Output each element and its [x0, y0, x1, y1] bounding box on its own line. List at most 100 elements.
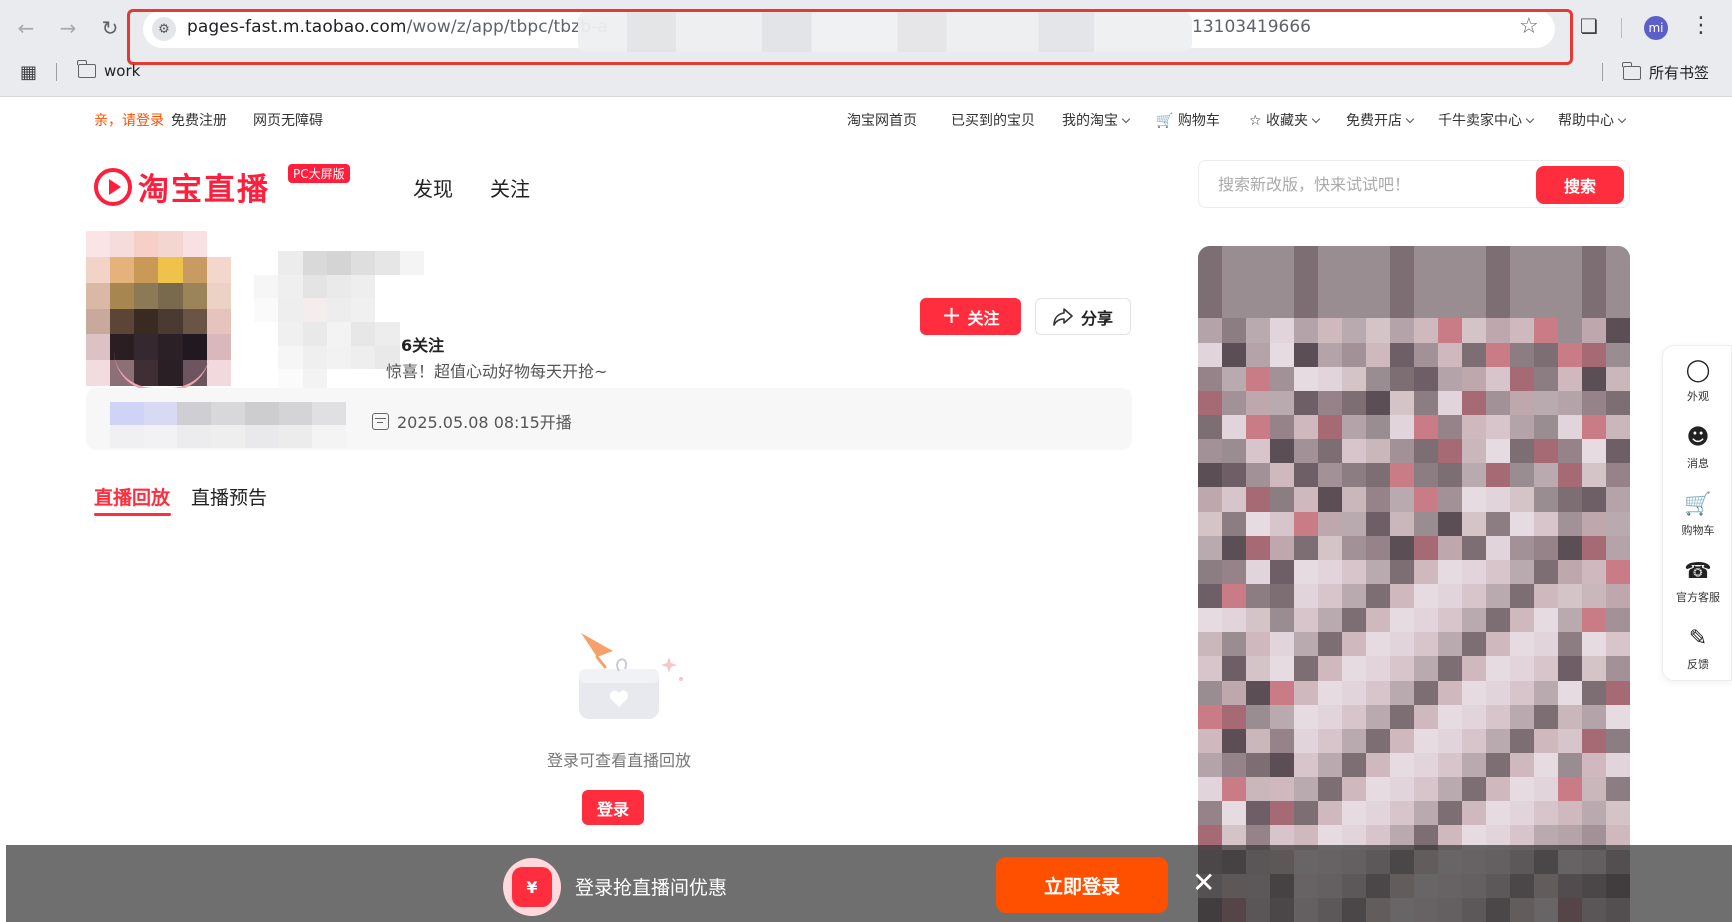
- redaction-pixel: [1222, 318, 1246, 343]
- browser-menu-icon[interactable]: ⋮: [1690, 13, 1712, 38]
- redaction-pixel: [1582, 752, 1606, 778]
- favorites-label: 收藏夹: [1266, 113, 1309, 129]
- redaction-pixel: [1414, 559, 1438, 584]
- redaction-pixel: [1534, 728, 1558, 753]
- redaction-pixel: [1342, 318, 1366, 343]
- redaction-pixel: [1462, 656, 1486, 681]
- forward-icon[interactable]: →: [54, 14, 82, 42]
- redaction-pixel: [254, 251, 279, 275]
- search-input[interactable]: [1200, 162, 1520, 206]
- redaction-pixel: [1438, 656, 1462, 681]
- redaction-pixel: [1198, 535, 1222, 560]
- redaction-pixel: [1222, 414, 1246, 440]
- tool-appearance[interactable]: ◯ 外观: [1663, 350, 1732, 414]
- redaction-pixel: [1414, 777, 1438, 802]
- bookmark-work[interactable]: work: [77, 60, 140, 80]
- login-link[interactable]: 亲，请登录: [94, 110, 164, 130]
- tab-replay[interactable]: 直播回放: [94, 483, 170, 510]
- seller-center-menu[interactable]: 千牛卖家中心: [1438, 110, 1535, 130]
- redaction-pixel: [278, 345, 303, 370]
- redaction-pixel: [1438, 535, 1462, 560]
- redaction-pixel: [1462, 414, 1486, 440]
- redaction-pixel: [1486, 318, 1510, 343]
- redaction-pixel: [1318, 390, 1342, 415]
- redaction-pixel: [158, 282, 183, 309]
- all-bookmarks[interactable]: 所有书签: [1622, 61, 1709, 83]
- login-now-button[interactable]: 立即登录: [996, 857, 1168, 913]
- redaction-pixel: [1462, 463, 1486, 488]
- register-link[interactable]: 免费注册: [171, 110, 227, 130]
- empty-login-button[interactable]: 登录: [582, 790, 644, 825]
- nav-discover[interactable]: 发现: [413, 173, 453, 202]
- toolbar-divider: [1621, 18, 1622, 38]
- help-center-menu[interactable]: 帮助中心: [1558, 110, 1627, 130]
- redaction-pixel: [351, 298, 376, 322]
- redaction-pixel: [1270, 390, 1294, 415]
- back-icon[interactable]: ←: [12, 14, 40, 42]
- redaction-pixel: [1438, 439, 1462, 464]
- redaction-pixel: [1366, 777, 1390, 802]
- redaction-pixel: [1342, 535, 1366, 560]
- tool-cart[interactable]: 🛒 购物车: [1663, 484, 1732, 548]
- redaction-pixel: [1198, 270, 1222, 295]
- redaction-pixel: [278, 402, 313, 425]
- redaction-pixel: [1366, 583, 1390, 609]
- live-preview[interactable]: [1198, 246, 1630, 922]
- redaction-pixel: [1294, 680, 1318, 705]
- redaction-pixel: [244, 402, 279, 425]
- tool-messages[interactable]: ☻ 消息: [1663, 417, 1732, 481]
- profile-avatar[interactable]: mi: [1644, 16, 1668, 40]
- redaction-pixel: [1390, 246, 1414, 271]
- extensions-icon[interactable]: ❏: [1580, 14, 1598, 38]
- redaction-pixel: [1222, 801, 1246, 826]
- redaction-pixel: [1198, 656, 1222, 681]
- redaction-pixel: [86, 256, 111, 283]
- taobao-home-link[interactable]: 淘宝网首页: [847, 110, 917, 130]
- reload-icon[interactable]: ↻: [96, 14, 124, 42]
- tool-feedback[interactable]: ✎ 反馈: [1663, 618, 1732, 682]
- tool-customer-service[interactable]: ☎ 官方客服: [1663, 551, 1732, 615]
- redaction-pixel: [1390, 752, 1414, 778]
- search-button[interactable]: 搜索: [1536, 166, 1624, 204]
- live-time-text: 2025.05.08 08:15开播: [397, 413, 572, 432]
- taobao-live-logo[interactable]: 淘宝直播 PC大屏版: [94, 164, 350, 209]
- apps-grid-icon[interactable]: ▦: [20, 62, 37, 83]
- redaction-pixel: [1606, 583, 1630, 609]
- redaction-pixel: [312, 402, 346, 425]
- redaction-pixel: [134, 256, 159, 283]
- open-shop-menu[interactable]: 免费开店: [1346, 110, 1415, 130]
- live-info-card[interactable]: 2025.05.08 08:15开播: [86, 388, 1132, 450]
- favorites-menu[interactable]: ☆ 收藏夹: [1249, 110, 1321, 130]
- redaction-pixel: [110, 425, 144, 448]
- redaction-pixel: [1270, 535, 1294, 560]
- redaction-pixel: [182, 308, 207, 335]
- close-icon[interactable]: ✕: [1192, 869, 1215, 897]
- redaction-pixel: [1606, 366, 1630, 391]
- plus-icon: +: [941, 301, 962, 329]
- redaction-pixel: [1342, 463, 1366, 488]
- tab-preview[interactable]: 直播预告: [191, 483, 267, 510]
- redaction-pixel: [1390, 608, 1414, 633]
- redaction-pixel: [1606, 704, 1630, 729]
- redaction-pixel: [1366, 439, 1390, 464]
- follow-button[interactable]: + 关注: [920, 298, 1021, 335]
- redaction-pixel: [143, 402, 178, 425]
- redaction-pixel: [1390, 559, 1414, 584]
- redaction-pixel: [1606, 439, 1630, 464]
- my-taobao-menu[interactable]: 我的淘宝: [1062, 110, 1131, 130]
- accessibility-link[interactable]: 网页无障碍: [253, 110, 323, 130]
- nav-following[interactable]: 关注: [490, 173, 530, 202]
- redaction-pixel: [206, 256, 231, 283]
- redaction-pixel: [1342, 680, 1366, 705]
- bought-items-link[interactable]: 已买到的宝贝: [951, 110, 1035, 130]
- redaction-pixel: [1606, 294, 1630, 319]
- redaction-pixel: [1486, 366, 1510, 391]
- redaction-pixel: [1198, 583, 1222, 609]
- follow-count: 6关注: [401, 336, 445, 355]
- cart-link[interactable]: 🛒 购物车: [1156, 110, 1220, 130]
- logo-text: 淘宝直播: [138, 172, 270, 208]
- share-button[interactable]: 分享: [1035, 298, 1131, 335]
- redaction-pixel: [1366, 656, 1390, 681]
- redaction-pixel: [1606, 414, 1630, 440]
- redaction-pixel: [1486, 656, 1510, 681]
